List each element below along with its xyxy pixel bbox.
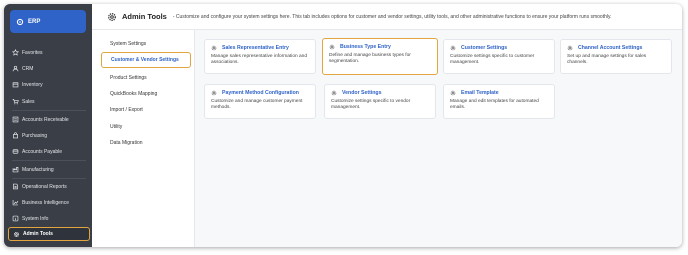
sidebar-item-favorites[interactable]: Favorites <box>8 46 90 59</box>
submenu-item-data-migration[interactable]: Data Migration <box>100 135 186 150</box>
sidebar-item-accounts-receivable[interactable]: Accounts Receivable <box>8 113 90 126</box>
chart-icon <box>8 199 22 206</box>
bag-icon <box>8 132 22 139</box>
page-description: - Customize and configure your system se… <box>172 13 612 20</box>
card-description: Manage and edit templates for automated … <box>450 99 539 110</box>
card-title: Channel Account Settings <box>578 45 643 51</box>
gear-icon <box>12 18 28 26</box>
sidebar-item-purchasing[interactable]: Purchasing <box>8 129 90 142</box>
submenu-item-quickbooks-mapping[interactable]: QuickBooks Mapping <box>100 86 186 101</box>
receivable-icon <box>8 116 22 123</box>
star-icon <box>8 49 22 56</box>
card-description: Set up and manage settings for sales cha… <box>567 54 647 65</box>
sidebar-item-label: Inventory <box>22 81 43 88</box>
sidebar-item-manufacturing[interactable]: Manufacturing <box>8 163 90 176</box>
gear-icon <box>106 12 118 22</box>
sidebar-item-label: Accounts Payable <box>22 148 63 155</box>
gear-icon <box>211 45 220 51</box>
submenu-item-product-settings[interactable]: Product Settings <box>100 70 186 85</box>
payable-icon <box>8 148 22 155</box>
card-description: Manage sales representative information … <box>211 54 307 65</box>
sidebar-divider <box>12 160 86 161</box>
page-header: Admin Tools - Customize and configure yo… <box>92 4 682 30</box>
crm-icon <box>8 65 22 72</box>
settings-submenu: System Settings Customer & Vendor Settin… <box>92 30 195 247</box>
sidebar-item-accounts-payable[interactable]: Accounts Payable <box>8 145 90 158</box>
gear-icon <box>329 44 338 50</box>
sidebar-item-sales[interactable]: Sales <box>8 95 90 108</box>
sidebar-item-label: Manufacturing <box>22 166 54 173</box>
report-icon <box>8 183 22 190</box>
sidebar-item-label: Sales <box>22 98 35 105</box>
card-title: Sales Representative Entry <box>222 45 289 51</box>
submenu-item-system-settings[interactable]: System Settings <box>100 36 186 51</box>
submenu-item-customer-vendor-settings[interactable]: Customer & Vendor Settings <box>101 52 191 68</box>
gear-icon <box>567 45 576 51</box>
brand-button[interactable]: ERP <box>10 10 86 33</box>
card-sales-representative-entry[interactable]: Sales Representative Entry Manage sales … <box>204 39 316 74</box>
content-area: Sales Representative Entry Manage sales … <box>195 30 682 247</box>
sidebar-item-system-info[interactable]: System Info <box>8 212 90 225</box>
gear-icon <box>331 90 340 96</box>
card-title: Business Type Entry <box>340 44 391 50</box>
card-business-type-entry[interactable]: Business Type Entry Define and manage bu… <box>322 38 438 75</box>
box-icon <box>8 81 22 88</box>
card-description: Customize settings specific to vendor ma… <box>331 99 411 110</box>
sidebar-item-inventory[interactable]: Inventory <box>8 78 90 91</box>
card-description: Customize and manage customer payment me… <box>211 99 303 110</box>
sidebar-item-crm[interactable]: CRM <box>8 62 90 75</box>
card-title: Vendor Settings <box>342 90 382 96</box>
sidebar-item-label: Accounts Receivable <box>22 116 69 123</box>
sidebar-item-business-intelligence[interactable]: Business Intelligence <box>8 196 90 209</box>
gear-icon <box>450 90 459 96</box>
card-customer-settings[interactable]: Customer Settings Customize settings spe… <box>443 39 555 74</box>
sidebar-divider <box>12 178 86 179</box>
info-icon <box>8 215 22 222</box>
sidebar-item-label: CRM <box>22 65 34 72</box>
card-title: Email Template <box>461 90 499 96</box>
card-title: Payment Method Configuration <box>222 90 299 96</box>
sidebar-item-label: Admin Tools <box>23 231 53 237</box>
card-payment-method-configuration[interactable]: Payment Method Configuration Customize a… <box>204 84 316 119</box>
sidebar-item-label: Favorites <box>22 49 43 56</box>
card-description: Define and manage business types for seg… <box>329 53 411 64</box>
app-window: ERP Favorites CRM Inventory Sales Accoun… <box>4 4 682 247</box>
gear-icon <box>211 90 220 96</box>
brand-label: ERP <box>28 18 41 25</box>
card-description: Customize settings specific to customer … <box>450 54 535 65</box>
sidebar-item-label: Purchasing <box>22 132 48 139</box>
sidebar-item-label: System Info <box>22 215 49 222</box>
cart-icon <box>8 98 22 105</box>
card-vendor-settings[interactable]: Vendor Settings Customize settings speci… <box>324 84 436 119</box>
sidebar-item-admin-tools[interactable]: Admin Tools <box>8 227 90 241</box>
submenu-item-utility[interactable]: Utility <box>100 119 186 134</box>
sidebar-item-label: Operational Reports <box>22 183 67 190</box>
card-channel-account-settings[interactable]: Channel Account Settings Set up and mana… <box>560 39 672 74</box>
factory-icon <box>8 166 22 173</box>
card-title: Customer Settings <box>461 45 508 51</box>
sidebar-divider <box>12 110 86 111</box>
gear-icon <box>450 45 459 51</box>
sidebar-item-label: Business Intelligence <box>22 199 69 206</box>
gear-icon <box>9 231 23 238</box>
submenu-item-import-export[interactable]: Import / Export <box>100 102 186 117</box>
sidebar: ERP Favorites CRM Inventory Sales Accoun… <box>4 4 92 247</box>
sidebar-item-operational-reports[interactable]: Operational Reports <box>8 180 90 193</box>
card-email-template[interactable]: Email Template Manage and edit templates… <box>443 84 555 119</box>
page-title: Admin Tools <box>122 12 167 21</box>
